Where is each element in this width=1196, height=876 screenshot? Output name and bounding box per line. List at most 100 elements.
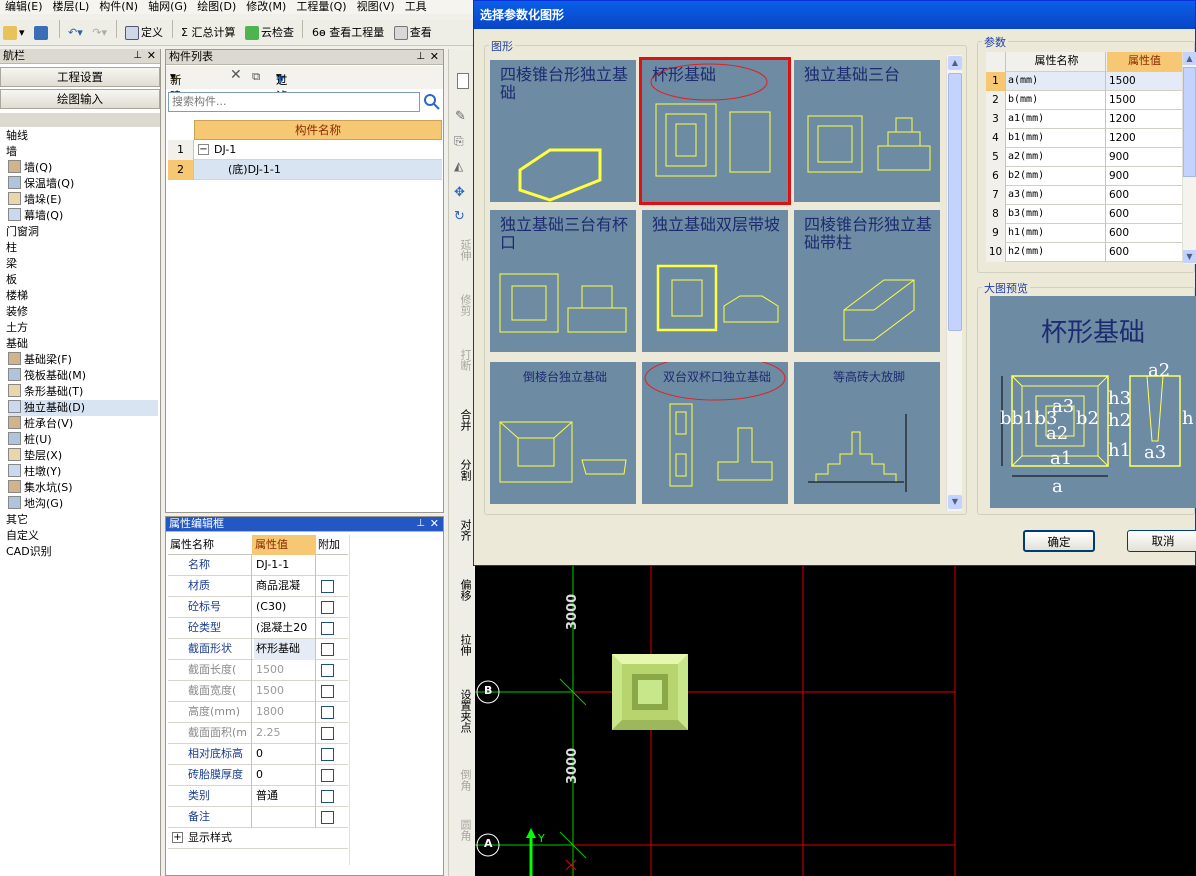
pin-icon[interactable]: ⊥ xyxy=(416,50,425,64)
close-icon[interactable]: ✕ xyxy=(430,517,439,531)
property-row[interactable]: 截面宽度(1500 xyxy=(168,681,348,702)
gallery-scrollbar[interactable]: ▲ ▼ xyxy=(946,55,962,511)
param-row[interactable]: 3 a1(mm) 1200 xyxy=(986,110,1182,129)
param-row[interactable]: 9 h1(mm) 600 xyxy=(986,224,1182,243)
filter-button[interactable]: ▼过滤▾ xyxy=(276,69,288,103)
property-value[interactable]: 0 xyxy=(254,765,316,786)
property-value[interactable]: (C30) xyxy=(254,597,316,618)
nav-tree-item[interactable]: 墙垛(E) xyxy=(8,192,62,208)
cursor-icon[interactable] xyxy=(457,73,469,89)
vertical-tool-button[interactable]: 延伸 xyxy=(453,239,472,261)
shape-tile[interactable]: 独立基础三台有杯口 xyxy=(490,210,636,352)
nav-tree-item[interactable]: 其它 xyxy=(6,512,28,528)
property-value[interactable]: 1500 xyxy=(254,681,316,702)
nav-tree-item[interactable]: 保温墙(Q) xyxy=(8,176,74,192)
show-style-row[interactable]: + 显示样式 xyxy=(168,828,348,849)
property-row[interactable]: 砼标号 (C30) xyxy=(168,597,348,618)
nav-tree-item[interactable]: 集水坑(S) xyxy=(8,480,73,496)
project-settings-button[interactable]: 工程设置 xyxy=(0,67,160,87)
nav-tree-item[interactable]: 柱墩(Y) xyxy=(8,464,61,480)
vertical-tool-button[interactable]: 圆角 xyxy=(453,819,472,841)
nav-tree-item[interactable]: 门窗洞 xyxy=(6,224,39,240)
property-row[interactable]: 备注 xyxy=(168,807,348,828)
param-row[interactable]: 4 b1(mm) 1200 xyxy=(986,129,1182,148)
pencil-icon[interactable]: ✎ xyxy=(455,109,466,124)
delete-icon[interactable]: ✕ xyxy=(230,67,242,83)
shape-tile[interactable]: 独立基础三台 xyxy=(794,60,940,202)
cancel-button[interactable]: 取消 xyxy=(1127,530,1196,552)
shape-tile[interactable]: 杯形基础 xyxy=(639,57,791,205)
scroll-down-icon[interactable]: ▼ xyxy=(1183,250,1196,263)
menu-item[interactable]: 编辑(E) xyxy=(0,0,48,13)
nav-tree-item[interactable]: 地沟(G) xyxy=(8,496,63,512)
extra-checkbox[interactable] xyxy=(321,580,334,593)
scroll-thumb[interactable] xyxy=(948,73,962,331)
search-icon[interactable] xyxy=(422,92,442,112)
define-button[interactable]: 定义 xyxy=(122,22,166,44)
nav-tree-item[interactable]: 梁 xyxy=(6,256,17,272)
nav-tree-item[interactable]: 轴线 xyxy=(6,128,28,144)
extra-checkbox[interactable] xyxy=(321,811,334,824)
extra-checkbox[interactable] xyxy=(321,664,334,677)
property-value[interactable]: 普通 xyxy=(254,786,316,807)
extra-checkbox[interactable] xyxy=(321,706,334,719)
view-qty-button[interactable]: 6ɵ 查看工程量 xyxy=(309,22,387,44)
menu-item[interactable]: 构件(N) xyxy=(94,0,143,13)
collapse-icon[interactable]: − xyxy=(198,144,209,155)
param-row[interactable]: 2 b(mm) 1500 xyxy=(986,91,1182,110)
vertical-tool-button[interactable]: 分割 xyxy=(453,459,472,481)
property-row[interactable]: 相对底标高 0 xyxy=(168,744,348,765)
rotate-icon[interactable]: ↻ xyxy=(454,209,465,224)
view-more-button[interactable]: 查看 xyxy=(391,22,435,44)
nav-tree-item[interactable]: 独立基础(D) xyxy=(8,400,158,416)
param-row[interactable]: 5 a2(mm) 900 xyxy=(986,148,1182,167)
nav-tree-item[interactable]: 基础梁(F) xyxy=(8,352,72,368)
search-input[interactable]: 搜索构件... xyxy=(168,92,420,112)
redo-icon[interactable]: ↷▾ xyxy=(89,22,110,44)
vertical-tool-button[interactable]: 对齐 xyxy=(453,519,472,541)
property-row[interactable]: 类别 普通 xyxy=(168,786,348,807)
mirror-icon[interactable]: ◭ xyxy=(454,159,463,173)
property-value[interactable]: 1500 xyxy=(254,660,316,681)
extra-checkbox[interactable] xyxy=(321,727,334,740)
menu-item[interactable]: 楼层(L) xyxy=(48,0,95,13)
param-value[interactable]: 900 xyxy=(1109,167,1129,185)
new-component-button[interactable]: ✦新建▾ xyxy=(170,69,182,103)
param-value[interactable]: 600 xyxy=(1109,224,1129,242)
scroll-thumb[interactable] xyxy=(1183,67,1196,177)
nav-tree-item[interactable]: 条形基础(T) xyxy=(8,384,83,400)
property-row[interactable]: 高度(mm) 1800 xyxy=(168,702,348,723)
param-value[interactable]: 600 xyxy=(1109,243,1129,261)
extra-checkbox[interactable] xyxy=(321,643,334,656)
open-icon[interactable]: ▾ xyxy=(0,22,28,44)
vertical-tool-button[interactable]: 偏移 xyxy=(453,579,472,601)
param-value[interactable]: 1500 xyxy=(1109,72,1136,90)
move-icon[interactable]: ✥ xyxy=(454,185,465,200)
param-value[interactable]: 600 xyxy=(1109,186,1129,204)
copy-icon[interactable]: ⧉ xyxy=(252,69,260,84)
param-row[interactable]: 6 b2(mm) 900 xyxy=(986,167,1182,186)
nav-tree-item[interactable]: 自定义 xyxy=(6,528,39,544)
param-row[interactable]: 1 a(mm) 1500 xyxy=(986,72,1182,91)
table-row[interactable]: 1 − DJ-1 xyxy=(168,140,442,160)
table-row[interactable]: 2 (底)DJ-1-1 xyxy=(168,160,442,180)
shape-tile[interactable]: 四棱锥台形独立基础 xyxy=(490,60,636,202)
nav-tree-item[interactable]: 板 xyxy=(6,272,17,288)
menu-item[interactable]: 绘图(D) xyxy=(192,0,241,13)
copy-tool-icon[interactable]: ⎘ xyxy=(454,134,464,149)
property-value[interactable] xyxy=(254,807,316,828)
extra-checkbox[interactable] xyxy=(321,769,334,782)
menu-item[interactable]: 工具 xyxy=(400,0,432,13)
param-value[interactable]: 900 xyxy=(1109,148,1129,166)
nav-tree-item[interactable]: 桩承台(V) xyxy=(8,416,73,432)
property-row[interactable]: 砼类型 (混凝土20 xyxy=(168,618,348,639)
cad-canvas[interactable]: B A 3000 3000 Y xyxy=(475,566,1196,876)
nav-tree-item[interactable]: 土方 xyxy=(6,320,28,336)
pin-icon[interactable]: ⊥ xyxy=(416,517,425,531)
nav-tree-item[interactable]: 楼梯 xyxy=(6,288,28,304)
extra-checkbox[interactable] xyxy=(321,790,334,803)
params-scrollbar[interactable]: ▲ ▼ xyxy=(1182,52,1196,264)
scroll-up-icon[interactable]: ▲ xyxy=(948,56,962,70)
vertical-tool-button[interactable]: 修剪 xyxy=(453,294,472,316)
vertical-tool-button[interactable]: 拉伸 xyxy=(453,634,472,656)
